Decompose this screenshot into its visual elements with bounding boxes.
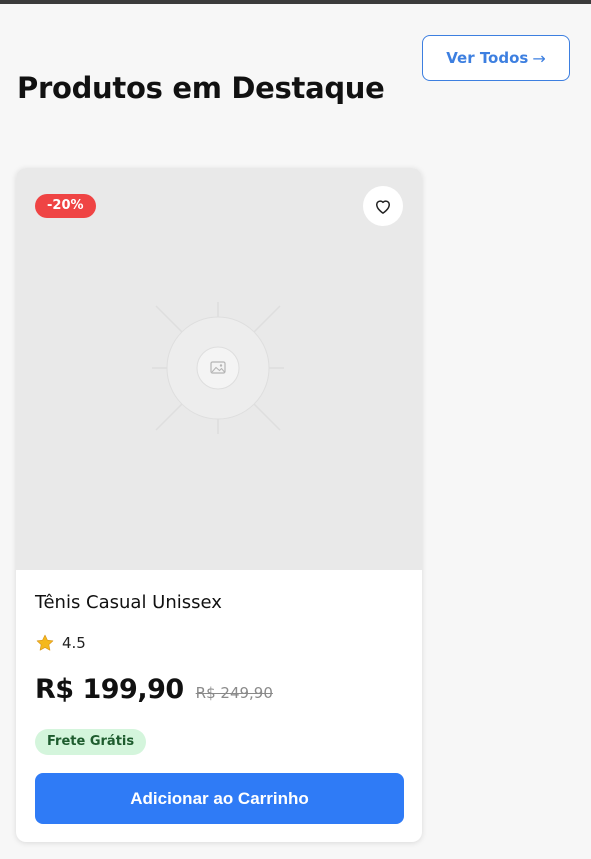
rating-value: 4.5 <box>62 634 86 652</box>
price-block: R$ 199,90 R$ 249,90 <box>35 674 273 705</box>
favorite-button[interactable] <box>363 186 403 226</box>
section-title: Produtos em Destaque <box>17 71 385 106</box>
product-name[interactable]: Tênis Casual Unissex <box>35 592 222 613</box>
heart-icon <box>376 200 390 214</box>
current-price: R$ 199,90 <box>35 674 184 705</box>
add-to-cart-button[interactable]: Adicionar ao Carrinho <box>35 773 404 824</box>
discount-badge: -20% <box>35 194 96 218</box>
product-rating: 4.5 <box>35 633 86 653</box>
image-placeholder-icon <box>152 302 284 434</box>
view-all-label: Ver Todos <box>446 49 529 67</box>
arrow-right-icon: → <box>532 48 546 68</box>
original-price: R$ 249,90 <box>195 684 273 702</box>
view-all-button[interactable]: Ver Todos → <box>422 35 570 81</box>
window-top-border <box>0 0 591 4</box>
product-image[interactable]: -20% <box>16 168 422 570</box>
product-card[interactable]: -20% Tênis Casual Unissex 4.5 R$ 199,90 … <box>16 168 422 842</box>
free-shipping-badge: Frete Grátis <box>35 729 147 755</box>
star-icon <box>36 634 54 651</box>
